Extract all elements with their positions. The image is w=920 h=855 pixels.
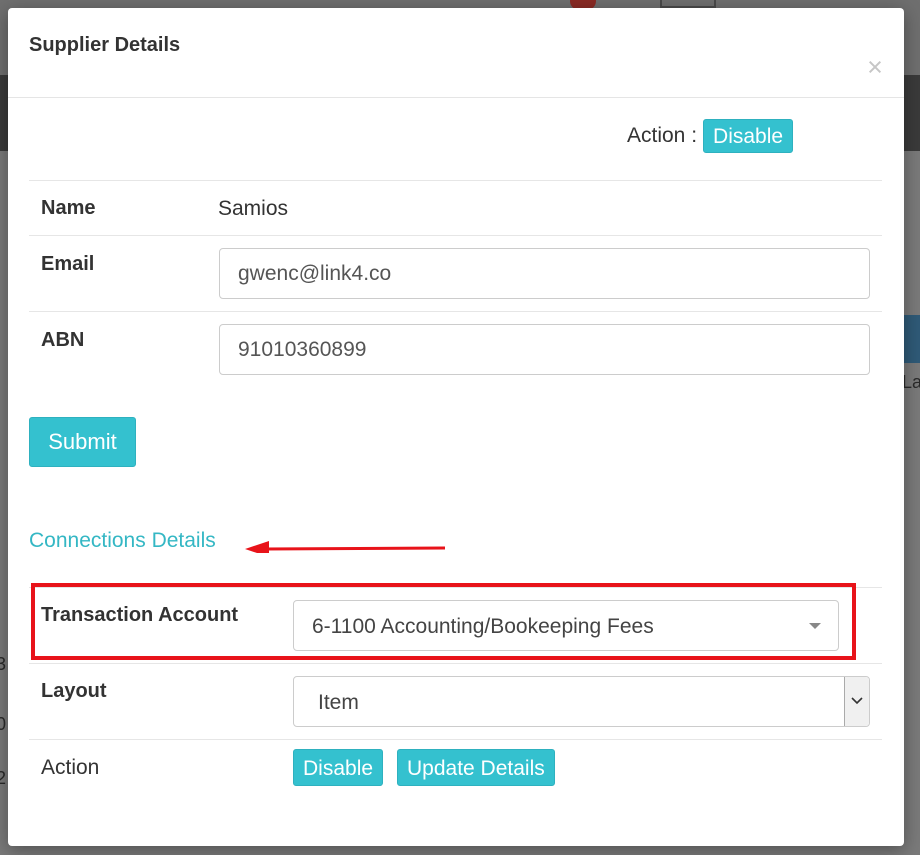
close-button[interactable]: × [864,54,886,81]
layout-value: Item [318,691,359,714]
email-label: Email [41,253,95,275]
layout-select[interactable]: Item [293,676,870,727]
update-details-button[interactable]: Update Details [397,749,555,786]
chevron-down-icon [851,697,863,705]
submit-button[interactable]: Submit [29,417,136,467]
connections-section-title: Connections Details [29,529,216,552]
background-text-fragment: 2 [0,768,7,788]
modal-title: Supplier Details [29,34,181,56]
email-field[interactable] [219,248,870,299]
background-box [660,0,716,8]
disable-connection-button[interactable]: Disable [293,749,384,786]
background-text-fragment: La [902,372,920,392]
divider [29,739,882,740]
name-label: Name [41,197,96,219]
connection-action-label: Action [41,756,100,779]
divider [29,663,882,664]
abn-field[interactable] [219,324,870,375]
name-value: Samios [218,197,289,220]
header-action-row: Action : Disable [627,118,794,154]
layout-label: Layout [41,680,107,702]
divider [29,235,882,236]
abn-label: ABN [41,329,85,351]
background-text-fragment: 0 [0,714,7,734]
annotation-arrow-icon [245,541,446,553]
action-label: Action : [627,124,698,147]
layout-select-arrow[interactable] [844,677,869,726]
modal-header: Supplier Details × [8,8,904,98]
divider [29,180,882,181]
disable-supplier-button[interactable]: Disable [703,119,794,153]
annotation-highlight-box [31,583,856,660]
background-text-fragment: 3 [0,654,7,674]
divider [29,311,882,312]
background-blue-tab [904,315,920,363]
supplier-details-modal: Supplier Details × Action : Disable Name… [8,8,904,846]
